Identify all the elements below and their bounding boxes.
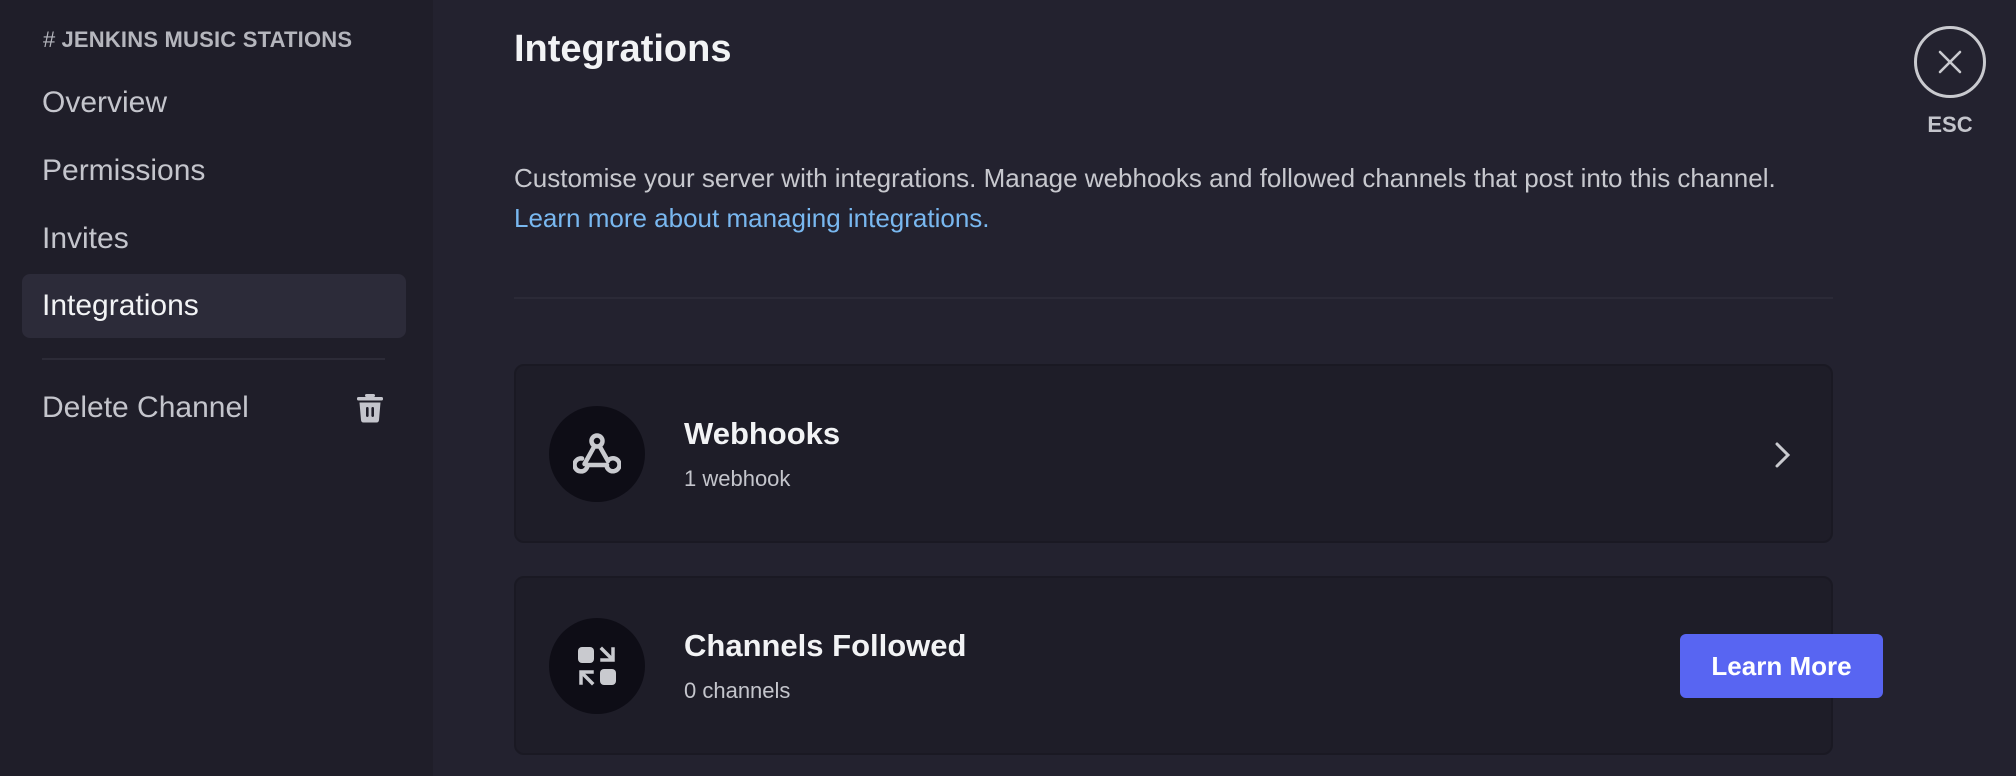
sidebar-item-integrations[interactable]: Integrations (22, 274, 406, 338)
close-icon (1938, 50, 1962, 74)
webhook-icon (549, 406, 645, 502)
channel-name: JENKINS MUSIC STATIONS (61, 27, 353, 52)
sidebar-item-label: Permissions (42, 154, 206, 187)
sidebar-item-permissions[interactable]: Permissions (22, 139, 406, 203)
esc-label: ESC (1927, 112, 1973, 137)
webhooks-card[interactable]: Webhooks 1 webhook (514, 364, 1833, 543)
sidebar-item-invites[interactable]: Invites (22, 207, 406, 271)
card-subtitle: 1 webhook (684, 466, 791, 491)
description-text: Customise your server with integrations.… (514, 163, 1776, 193)
channels-followed-card: Channels Followed 0 channels Learn More (514, 576, 1883, 755)
page-title: Integrations (514, 28, 732, 70)
sidebar-item-label: Integrations (42, 289, 199, 322)
trash-icon (356, 393, 384, 423)
integrations-panel: Integrations Customise your server with … (433, 0, 2016, 776)
learn-more-button[interactable]: Learn More (1680, 634, 1883, 698)
card-title: Channels Followed (684, 628, 967, 663)
channels-followed-icon (549, 618, 645, 714)
channel-settings: # JENKINS MUSIC STATIONS Overview Permiss… (0, 0, 2016, 776)
sidebar-header: # JENKINS MUSIC STATIONS (43, 27, 352, 53)
sidebar-separator (42, 358, 385, 360)
close-settings: ESC (1914, 26, 1986, 138)
card-subtitle: 0 channels (684, 678, 791, 703)
settings-sidebar: # JENKINS MUSIC STATIONS Overview Permiss… (0, 0, 433, 776)
chevron-right-icon[interactable] (1771, 442, 1793, 468)
learn-more-integrations-link[interactable]: Learn more about managing integrations. (514, 198, 1854, 238)
close-button[interactable] (1914, 26, 1986, 98)
sidebar-item-label: Overview (42, 86, 168, 119)
sidebar-item-delete-channel[interactable]: Delete Channel (22, 376, 406, 440)
sidebar-item-label: Invites (42, 222, 129, 255)
channel-hash-icon: # (43, 27, 56, 52)
section-divider (514, 297, 1833, 299)
sidebar-item-label: Delete Channel (42, 391, 249, 424)
integrations-description: Customise your server with integrations.… (514, 158, 1854, 238)
sidebar-item-overview[interactable]: Overview (22, 71, 406, 135)
card-title: Webhooks (684, 416, 841, 451)
